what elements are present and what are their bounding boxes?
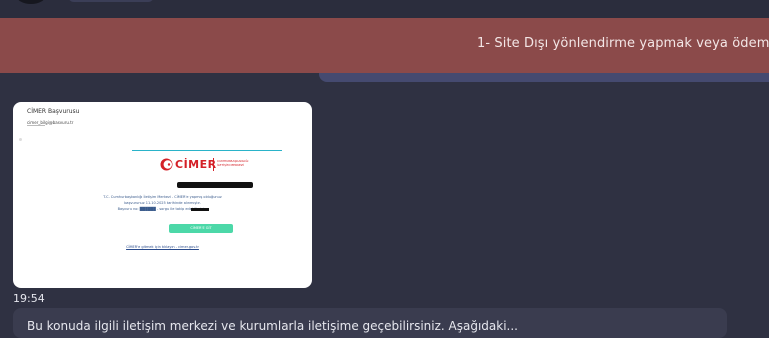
divider bbox=[132, 150, 282, 151]
message-text: Bu konuda ilgili iletişim merkezi ve kur… bbox=[27, 319, 518, 333]
mail-footer-link: CİMER'e gitmek için tıklayın - cimer.gov… bbox=[126, 245, 199, 249]
announcement-banner: 1- Site Dışı yönlendirme yapmak veya öde… bbox=[0, 18, 769, 73]
mail-body-line: Başvuru no: ██████ - sorgu ile takip ede… bbox=[117, 207, 208, 211]
message-bubble: Bu konuda ilgili iletişim merkezi ve kur… bbox=[13, 308, 727, 338]
mail-body-line: T.C. Cumhurbaşkanlığı İletişim Merkezi -… bbox=[103, 195, 222, 199]
top-strip bbox=[0, 0, 769, 18]
banner-tab bbox=[319, 73, 769, 82]
message-image-thumbnail[interactable]: CİMER Başvurusu cimer_bilgi@basvuru.tr C… bbox=[13, 102, 312, 288]
divider bbox=[27, 125, 45, 126]
redacted-block bbox=[191, 208, 209, 211]
avatar[interactable] bbox=[16, 0, 46, 4]
cimer-logo-icon bbox=[160, 158, 173, 171]
bullet-icon bbox=[19, 138, 22, 141]
banner-text: 1- Site Dışı yönlendirme yapmak veya öde… bbox=[477, 36, 769, 51]
brand-subtitle: CUMHURBAŞKANLIĞI İLETİŞİM MERKEZİ bbox=[217, 159, 249, 167]
mail-subject: CİMER Başvurusu bbox=[27, 108, 80, 115]
message-timestamp: 19:54 bbox=[13, 292, 45, 305]
top-button[interactable] bbox=[68, 0, 154, 2]
redacted-block bbox=[177, 182, 253, 188]
divider bbox=[213, 158, 214, 171]
mail-body-line: başvurunuz 11.10.2025 tarihinde alınmışt… bbox=[124, 201, 201, 205]
brand-name: CİMER bbox=[175, 158, 217, 171]
mail-cta-button: CİMER'E GİT bbox=[169, 224, 233, 233]
